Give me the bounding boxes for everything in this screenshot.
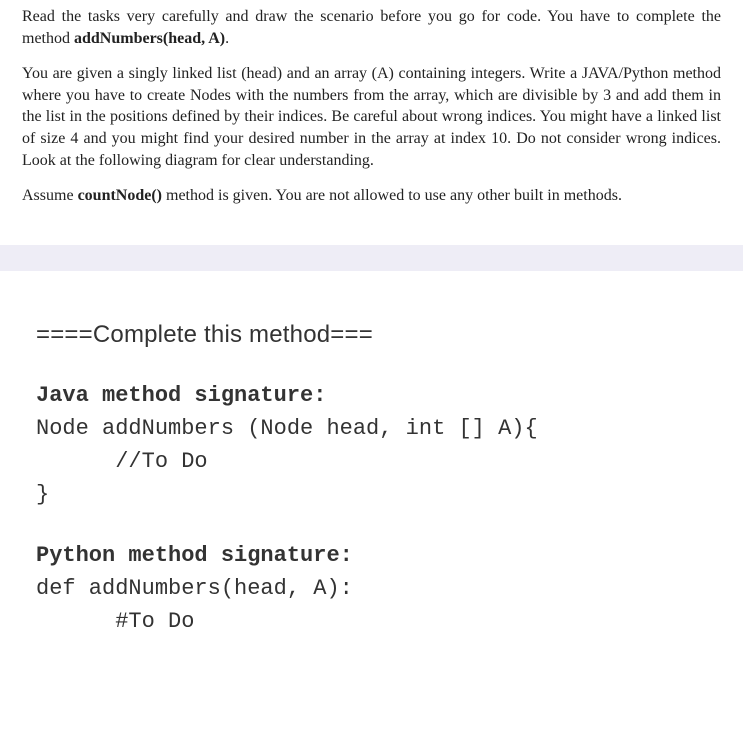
p3-prefix: Assume [22,187,78,204]
section-separator [0,245,743,271]
java-line-1: Node addNumbers (Node head, int [] A){ [36,416,538,441]
instruction-paragraph-1: Read the tasks very carefully and draw t… [22,6,721,49]
instruction-paragraph-3: Assume countNode() method is given. You … [22,185,721,207]
p1-suffix: . [225,30,229,47]
p3-suffix: method is given. You are not allowed to … [162,187,622,204]
code-section: ====Complete this method=== Java method … [0,281,743,676]
instruction-paragraph-2: You are given a singly linked list (head… [22,63,721,171]
python-line-1: def addNumbers(head, A): [36,576,353,601]
python-title: Python method signature: [36,543,353,568]
java-signature-block: Java method signature: Node addNumbers (… [36,379,707,511]
java-line-2: //To Do [36,449,208,474]
java-line-3: } [36,482,49,507]
p3-bold: countNode() [78,187,162,204]
java-title: Java method signature: [36,383,326,408]
python-signature-block: Python method signature: def addNumbers(… [36,539,707,638]
complete-method-heading: ====Complete this method=== [36,321,707,349]
p1-bold: addNumbers(head, A) [74,30,225,47]
instructions-block: Read the tasks very carefully and draw t… [0,0,743,235]
python-line-2: #To Do [36,609,194,634]
